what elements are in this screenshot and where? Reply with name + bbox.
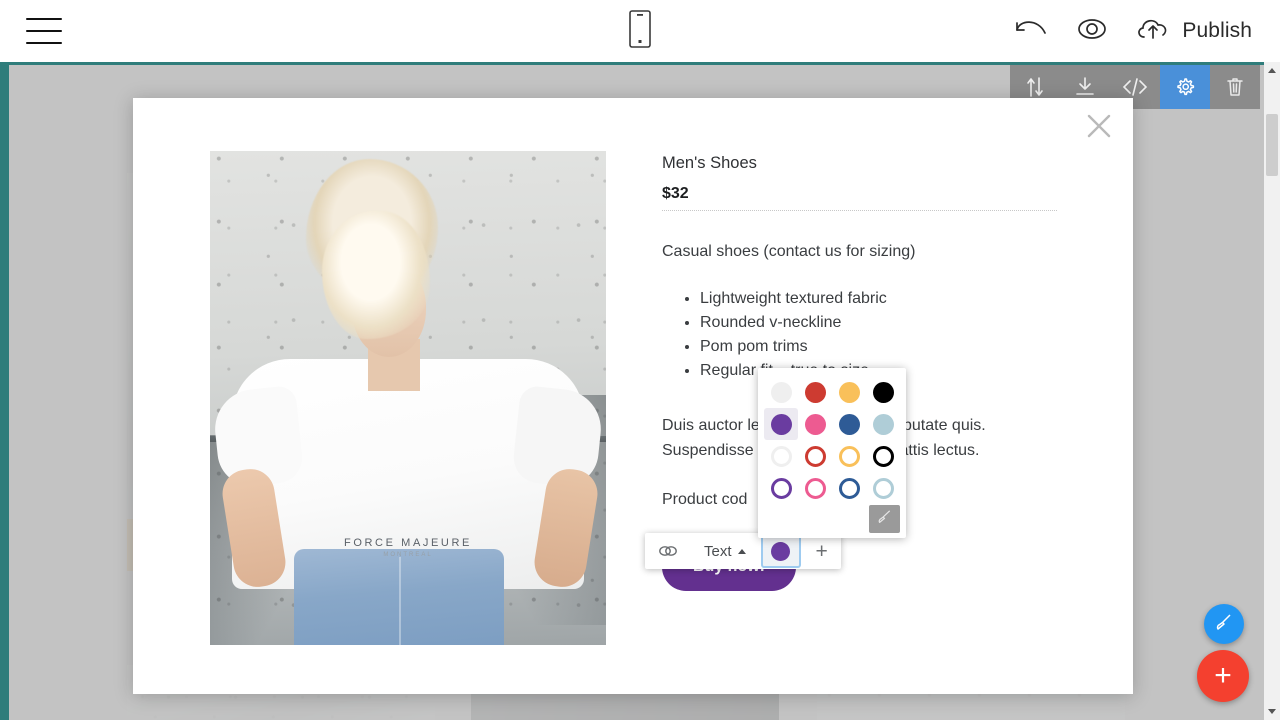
color-row-filled-2	[764, 408, 900, 440]
color-swatch-lightblue[interactable]	[866, 408, 900, 440]
scroll-down-arrow-icon[interactable]	[1264, 703, 1280, 720]
swatch-ring	[770, 445, 792, 467]
product-detail-modal: FORCE MAJEURE MONTREAL Men's Shoes $32 C…	[133, 98, 1133, 694]
color-swatch-pink-outline[interactable]	[798, 472, 832, 504]
block-settings-button[interactable]	[1160, 65, 1210, 109]
swatch-ring	[872, 477, 894, 499]
color-swatch-white[interactable]	[764, 376, 798, 408]
color-swatch-amber-outline[interactable]	[832, 440, 866, 472]
swatch-dot	[838, 413, 860, 435]
swatch-dot	[770, 413, 792, 435]
appbar-actions: Publish	[1012, 14, 1252, 49]
publish-button[interactable]: Publish	[1134, 14, 1252, 49]
photo-brand-text: FORCE MAJEURE MONTREAL	[210, 537, 606, 558]
swatch-dot	[872, 381, 894, 403]
swatch-ring	[804, 445, 826, 467]
add-block-fab[interactable]: +	[1197, 650, 1249, 702]
scrollbar-thumb[interactable]	[1266, 114, 1278, 176]
photo-brand-sub: MONTREAL	[383, 552, 433, 558]
list-item: Rounded v-neckline	[700, 311, 1057, 335]
photo-jeans	[294, 549, 504, 645]
page-scrollbar[interactable]	[1264, 62, 1280, 720]
site-style-fab[interactable]	[1204, 604, 1244, 644]
link-chain-icon[interactable]	[645, 533, 691, 569]
custom-color-brush-button[interactable]	[869, 505, 900, 533]
color-picker-popup	[758, 368, 906, 538]
swatch-ring	[770, 477, 792, 499]
swatch-dot	[872, 413, 894, 435]
color-swatch-black[interactable]	[866, 376, 900, 408]
photo-hair-strands	[322, 211, 430, 339]
color-swatch-red-outline[interactable]	[798, 440, 832, 472]
page-canvas[interactable]: + FORCE MAJEURE MONTREAL Men's Shoes $32…	[9, 65, 1267, 720]
close-icon[interactable]	[1081, 108, 1117, 144]
color-swatch-purple-outline[interactable]	[764, 472, 798, 504]
caret-up-icon	[737, 548, 746, 554]
swatch-ring	[872, 445, 894, 467]
color-swatch-blue-outline[interactable]	[832, 472, 866, 504]
swatch-dot	[804, 381, 826, 403]
color-swatch-white-outline[interactable]	[764, 440, 798, 472]
swatch-dot	[770, 381, 792, 403]
hamburger-menu-icon[interactable]	[26, 18, 62, 44]
paintbrush-icon	[1214, 612, 1234, 637]
plus-icon: +	[815, 539, 828, 563]
modal-body: FORCE MAJEURE MONTREAL Men's Shoes $32 C…	[133, 98, 1133, 645]
swatch-dot	[804, 413, 826, 435]
photo-brand-main: FORCE MAJEURE	[344, 537, 472, 549]
inline-text-toolbar: Text +	[645, 533, 841, 569]
hamburger-bar	[26, 30, 62, 32]
plus-icon: +	[1214, 659, 1232, 692]
add-style-button[interactable]: +	[803, 533, 841, 569]
color-swatch-blue[interactable]	[832, 408, 866, 440]
color-row-filled-1	[764, 376, 900, 408]
color-row-outline-1	[764, 440, 900, 472]
color-swatch-amber[interactable]	[832, 376, 866, 408]
product-title: Men's Shoes	[662, 154, 757, 172]
scroll-up-arrow-icon[interactable]	[1264, 62, 1280, 79]
text-color-button[interactable]	[760, 534, 801, 568]
color-swatch-pink[interactable]	[798, 408, 832, 440]
editor-canvas-frame: + FORCE MAJEURE MONTREAL Men's Shoes $32…	[0, 62, 1280, 720]
hamburger-bar	[26, 18, 62, 20]
product-description: Casual shoes (contact us for sizing)	[662, 243, 916, 260]
delete-block-button[interactable]	[1210, 65, 1260, 109]
swatch-dot	[838, 381, 860, 403]
eye-preview-icon[interactable]	[1072, 15, 1112, 48]
swatch-ring	[804, 477, 826, 499]
color-swatch-red[interactable]	[798, 376, 832, 408]
paintbrush-icon	[876, 508, 893, 530]
publish-label: Publish	[1182, 19, 1252, 42]
undo-icon[interactable]	[1012, 16, 1050, 47]
product-photo[interactable]: FORCE MAJEURE MONTREAL	[210, 151, 606, 645]
color-swatch-black-outline[interactable]	[866, 440, 900, 472]
swatch-ring	[838, 477, 860, 499]
text-style-dropdown[interactable]: Text	[691, 533, 759, 569]
swatch-ring	[838, 445, 860, 467]
list-item: Pom pom trims	[700, 335, 1057, 359]
cloud-upload-icon	[1134, 14, 1174, 49]
color-swatch-purple-selected[interactable]	[764, 408, 798, 440]
text-style-label-wrap: Text	[704, 543, 746, 560]
hamburger-bar	[26, 42, 62, 44]
selected-color-swatch	[771, 541, 791, 561]
app-toolbar: Publish	[0, 0, 1280, 62]
list-item: Lightweight textured fabric	[700, 287, 1057, 311]
text-style-label: Text	[704, 542, 732, 560]
color-swatch-lightblue-outline[interactable]	[866, 472, 900, 504]
mobile-preview-icon[interactable]	[629, 9, 651, 53]
color-row-outline-2	[764, 472, 900, 504]
product-price: $32	[662, 185, 1057, 211]
